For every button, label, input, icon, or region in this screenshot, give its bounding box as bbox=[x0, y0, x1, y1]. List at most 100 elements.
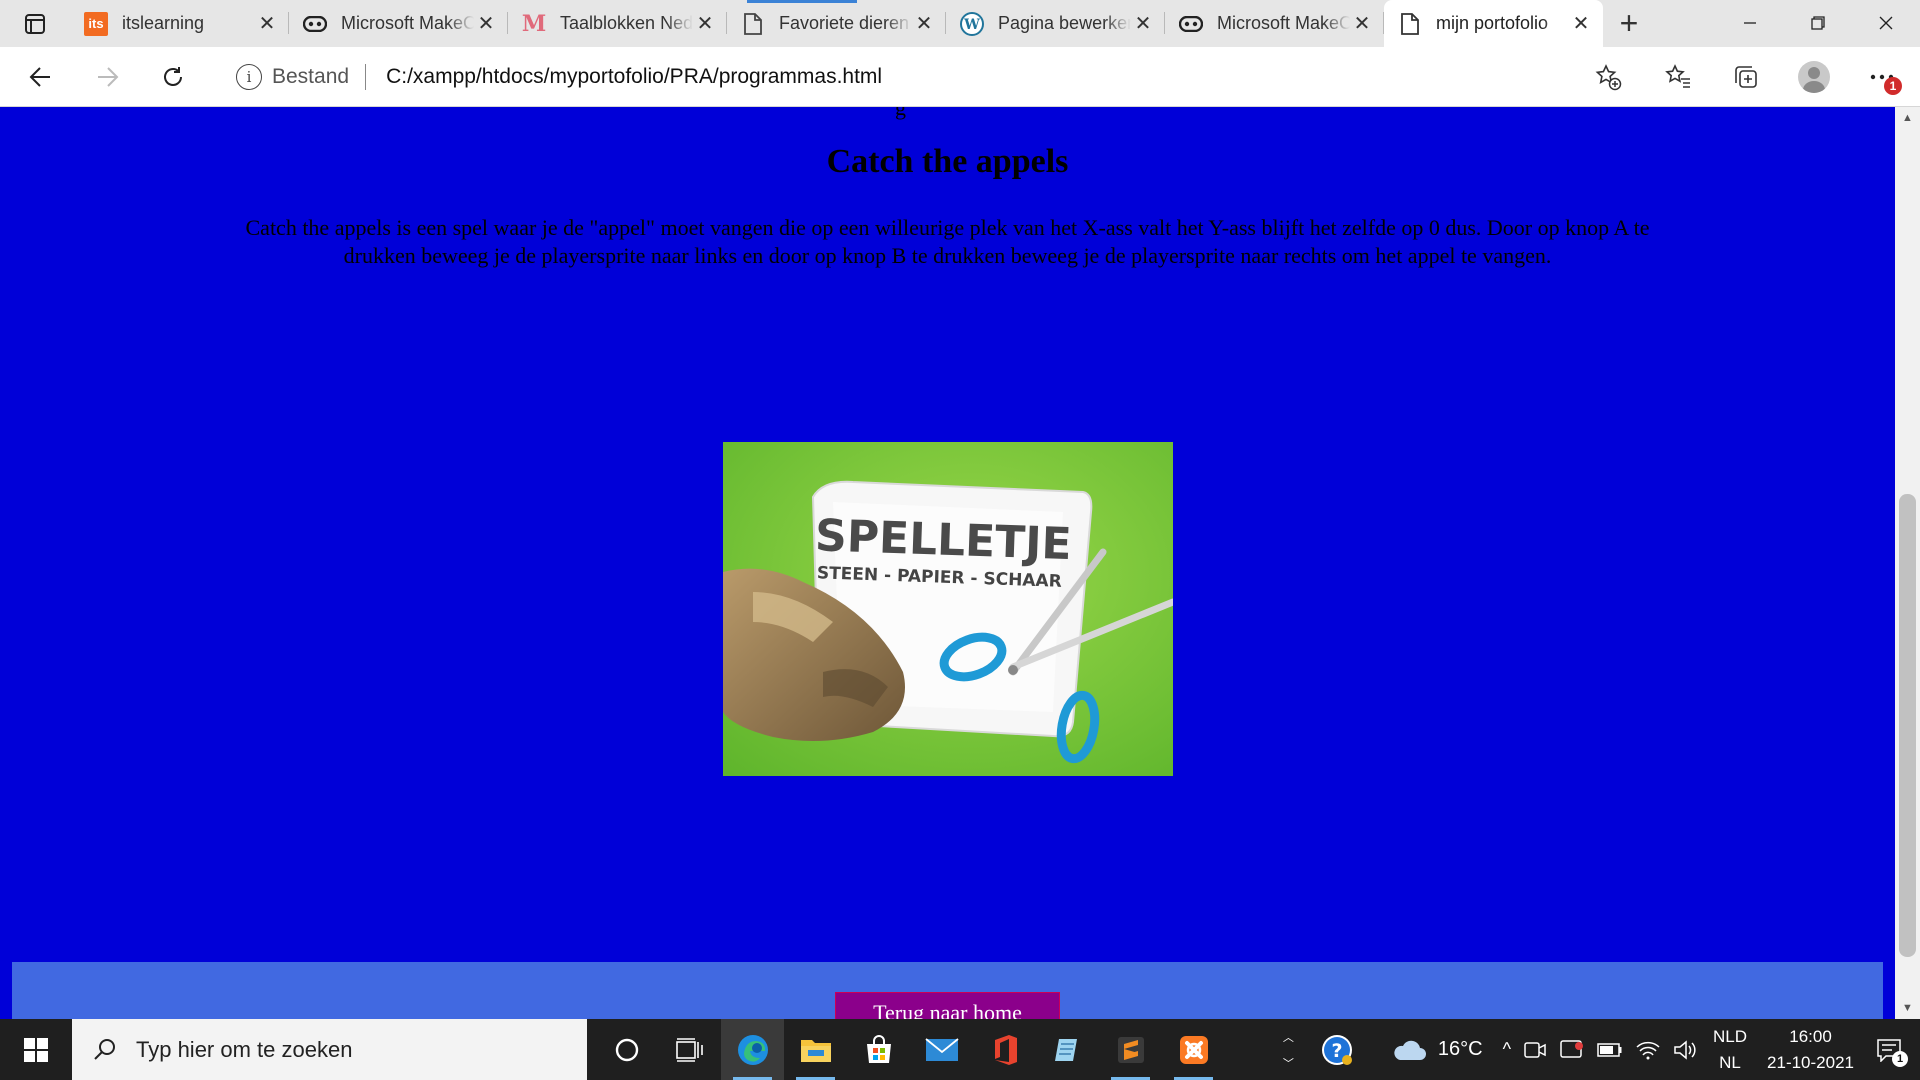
tab-taalblokken[interactable]: M Taalblokken Nederlands ✕ bbox=[508, 0, 727, 47]
restore-button[interactable] bbox=[1784, 0, 1852, 46]
restore-icon bbox=[1811, 16, 1825, 30]
tab-title: Microsoft MakeCode bbox=[341, 13, 474, 33]
tab-favoriete-dieren[interactable]: Favoriete dieren ✕ bbox=[727, 0, 946, 47]
scrollbar-thumb[interactable] bbox=[1899, 494, 1916, 957]
taskbar: Typ hier om te zoeken ︿ ﹀ ? 16°C ^ NLD N… bbox=[0, 1019, 1920, 1080]
taskbar-file-explorer[interactable] bbox=[784, 1019, 847, 1080]
tab-bar: its itslearning ✕ Microsoft MakeCode ✕ M… bbox=[0, 0, 1920, 47]
makecode-icon bbox=[303, 12, 327, 36]
close-icon[interactable]: ✕ bbox=[1131, 12, 1155, 36]
itslearning-icon: its bbox=[84, 11, 108, 36]
arrow-right-icon bbox=[98, 66, 119, 87]
office-icon bbox=[994, 1034, 1017, 1065]
screen-record-icon bbox=[1560, 1039, 1584, 1058]
home-button[interactable]: Terug naar home bbox=[835, 992, 1060, 1019]
tray-show-hidden[interactable]: ^ bbox=[1497, 1019, 1517, 1080]
plus-icon: + bbox=[1619, 5, 1639, 41]
clock-time: 16:00 bbox=[1789, 1026, 1832, 1046]
language-indicator[interactable]: NLD NL bbox=[1703, 1024, 1757, 1076]
close-icon[interactable]: ✕ bbox=[693, 12, 717, 36]
notification-center-button[interactable]: 1 bbox=[1864, 1019, 1920, 1080]
tray-recording[interactable] bbox=[1553, 1019, 1591, 1080]
tray-battery[interactable] bbox=[1591, 1019, 1629, 1080]
folder-icon bbox=[800, 1039, 831, 1062]
search-icon bbox=[94, 1038, 115, 1060]
clock-date: 21-10-2021 bbox=[1767, 1052, 1854, 1072]
tab-itslearning[interactable]: its itslearning ✕ bbox=[70, 0, 289, 47]
notification-count-badge: 1 bbox=[1892, 1051, 1908, 1067]
cortana-button[interactable] bbox=[595, 1019, 658, 1080]
m-logo-icon: M bbox=[521, 10, 547, 37]
page-icon bbox=[741, 12, 765, 36]
avatar bbox=[1798, 61, 1830, 93]
close-icon[interactable]: ✕ bbox=[255, 12, 279, 36]
scrollbar[interactable]: ▲ ▼ bbox=[1895, 107, 1920, 1019]
tab-title: Taalblokken Nederlands bbox=[560, 13, 693, 33]
system-tray: ︿ ﹀ ? 16°C ^ NLD NL 16:00 21-10-2021 1 bbox=[1273, 1019, 1920, 1080]
back-button[interactable] bbox=[8, 47, 74, 107]
mail-icon bbox=[924, 1037, 959, 1061]
address-bar[interactable]: i Bestand C:/xampp/htdocs/myportofolio/P… bbox=[218, 53, 1628, 101]
taskbar-xampp[interactable] bbox=[1162, 1019, 1225, 1080]
browser-toolbar: i Bestand C:/xampp/htdocs/myportofolio/P… bbox=[0, 47, 1920, 107]
tab-pagina-bewerken[interactable]: W Pagina bewerken ✕ bbox=[946, 0, 1165, 47]
info-icon[interactable]: i bbox=[236, 64, 262, 90]
tray-meet[interactable] bbox=[1517, 1019, 1553, 1080]
search-placeholder: Typ hier om te zoeken bbox=[136, 1036, 353, 1062]
help-button[interactable]: ? bbox=[1304, 1019, 1370, 1080]
edge-icon bbox=[737, 1034, 768, 1065]
reload-button[interactable] bbox=[140, 47, 206, 107]
lang-bottom: NL bbox=[1719, 1052, 1741, 1072]
taskbar-mail[interactable] bbox=[910, 1019, 973, 1080]
makecode-icon bbox=[1179, 12, 1203, 36]
tab-makecode-2[interactable]: Microsoft MakeCode ✕ bbox=[1165, 0, 1384, 47]
star-add-icon bbox=[1595, 64, 1622, 91]
profile-button[interactable] bbox=[1780, 47, 1848, 107]
clock[interactable]: 16:00 21-10-2021 bbox=[1757, 1024, 1864, 1076]
taskbar-sublime[interactable] bbox=[1099, 1019, 1162, 1080]
address-url[interactable]: C:/xampp/htdocs/myportofolio/PRA/program… bbox=[386, 65, 882, 89]
tray-volume[interactable] bbox=[1667, 1019, 1703, 1080]
close-icon bbox=[1879, 16, 1893, 30]
tray-wifi[interactable] bbox=[1629, 1019, 1667, 1080]
favorites-button[interactable] bbox=[1644, 47, 1712, 107]
taskbar-app-blue[interactable] bbox=[1036, 1019, 1099, 1080]
tab-makecode-1[interactable]: Microsoft MakeCode ✕ bbox=[289, 0, 508, 47]
chevron-up-icon: ︿ bbox=[1282, 1031, 1294, 1044]
tab-actions-icon bbox=[25, 13, 45, 34]
toolbar-right: 1 bbox=[1644, 47, 1920, 107]
svg-text:?: ? bbox=[1331, 1040, 1342, 1062]
tray-overflow[interactable]: ︿ ﹀ bbox=[1273, 1019, 1304, 1080]
taskbar-store[interactable] bbox=[847, 1019, 910, 1080]
taskbar-office[interactable] bbox=[973, 1019, 1036, 1080]
minimize-button[interactable] bbox=[1716, 0, 1784, 46]
close-window-button[interactable] bbox=[1852, 0, 1920, 46]
new-tab-button[interactable]: + bbox=[1603, 0, 1655, 47]
page-viewport: g Catch the appels Catch the appels is e… bbox=[0, 107, 1895, 1019]
close-icon[interactable]: ✕ bbox=[912, 12, 936, 36]
start-button[interactable] bbox=[0, 1019, 72, 1080]
tab-actions-button[interactable] bbox=[0, 0, 70, 47]
forward-button[interactable] bbox=[74, 47, 140, 107]
collections-icon bbox=[1735, 66, 1757, 88]
taskbar-search[interactable]: Typ hier om te zoeken bbox=[72, 1019, 587, 1080]
xampp-icon bbox=[1179, 1035, 1208, 1064]
close-icon[interactable]: ✕ bbox=[474, 12, 498, 36]
scroll-down-icon[interactable]: ▼ bbox=[1895, 997, 1920, 1019]
chevron-down-icon: ﹀ bbox=[1282, 1057, 1294, 1070]
weather-widget[interactable]: 16°C bbox=[1370, 1019, 1497, 1080]
close-icon[interactable]: ✕ bbox=[1350, 12, 1374, 36]
collections-button[interactable] bbox=[1712, 47, 1780, 107]
cortana-icon bbox=[615, 1038, 638, 1061]
add-favorite-button[interactable] bbox=[1588, 57, 1628, 97]
game-image: SPELLETJE STEEN - PAPIER - SCHAAR bbox=[723, 442, 1173, 776]
speaker-icon bbox=[1674, 1039, 1696, 1060]
page-icon bbox=[1398, 12, 1422, 36]
taskbar-edge[interactable] bbox=[721, 1019, 784, 1080]
close-icon[interactable]: ✕ bbox=[1569, 12, 1593, 36]
wordpress-icon: W bbox=[960, 11, 984, 36]
settings-menu-button[interactable]: 1 bbox=[1848, 47, 1916, 107]
task-view-button[interactable] bbox=[658, 1019, 721, 1080]
tab-mijn-portofolio[interactable]: mijn portofolio ✕ bbox=[1384, 0, 1603, 47]
scroll-up-icon[interactable]: ▲ bbox=[1895, 107, 1920, 129]
